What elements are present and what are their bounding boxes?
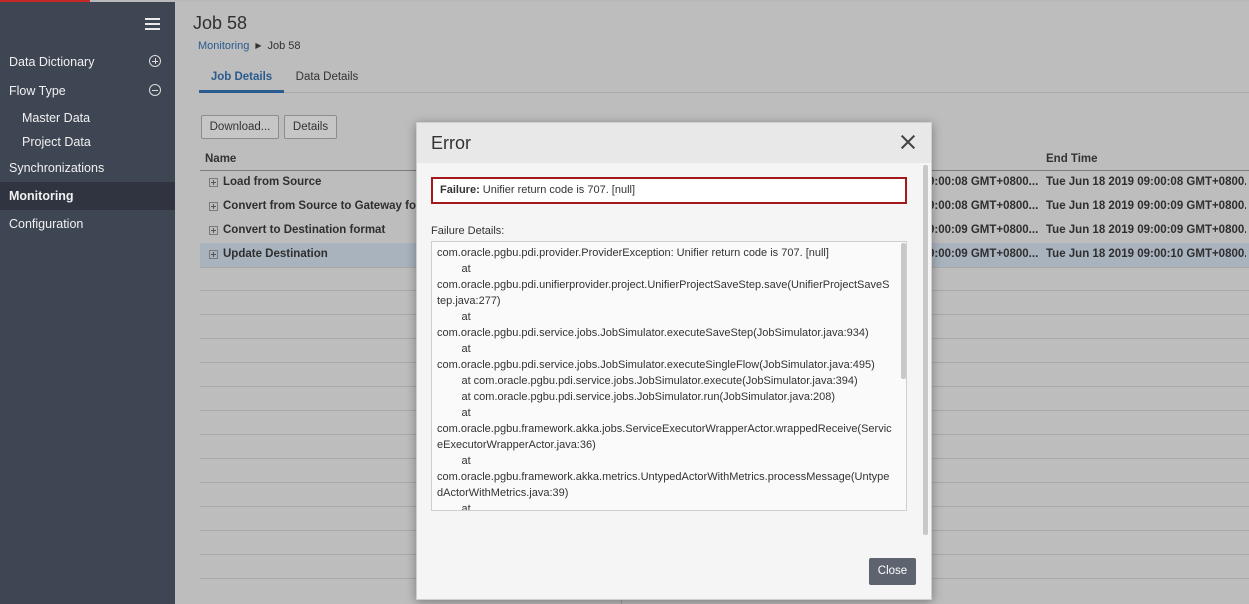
stack-trace-text: com.oracle.pgbu.pdi.provider.ProviderExc…: [437, 247, 892, 510]
tab-data-details[interactable]: Data Details: [292, 64, 362, 90]
sidebar-item-label: Master Data: [22, 111, 91, 125]
sidebar-item-label: Project Data: [22, 135, 91, 149]
expand-plus-icon[interactable]: [209, 226, 218, 235]
sidebar-item-flow-type[interactable]: Flow Type: [0, 78, 175, 104]
sidebar-item-monitoring[interactable]: Monitoring: [0, 182, 175, 210]
column-header-end-time[interactable]: End Time: [1046, 153, 1098, 165]
sidebar-item-label: Synchronizations: [9, 161, 105, 175]
details-scrollbar[interactable]: [901, 243, 906, 379]
expand-plus-icon[interactable]: [209, 178, 218, 187]
expand-plus-icon[interactable]: [209, 202, 218, 211]
minus-circle-icon[interactable]: [149, 84, 161, 96]
sidebar-item-synchronizations[interactable]: Synchronizations: [0, 155, 175, 181]
failure-details-label: Failure Details:: [431, 225, 505, 237]
breadcrumb-current: Job 58: [267, 40, 301, 52]
row-start-time: 9:00:09 GMT+0800...: [928, 248, 1038, 260]
sidebar-item-project-data[interactable]: Project Data: [0, 129, 175, 155]
tab-bar: Job Details Data Details: [199, 64, 1249, 93]
sidebar-item-label: Flow Type: [9, 84, 66, 98]
row-end-time: Tue Jun 18 2019 09:00:10 GMT+0800...: [1046, 248, 1246, 260]
failure-message: Unifier return code is 707. [null]: [482, 184, 636, 196]
sidebar-item-data-dictionary[interactable]: Data Dictionary: [0, 49, 175, 75]
row-name: Load from Source: [223, 176, 322, 188]
download-button[interactable]: Download...: [201, 115, 279, 139]
plus-circle-icon[interactable]: [149, 55, 161, 67]
sidebar-item-label: Data Dictionary: [9, 55, 95, 69]
row-start-time: 9:00:09 GMT+0800...: [928, 224, 1038, 236]
dialog-title: Error: [431, 133, 471, 153]
breadcrumb-separator-icon: ▶: [255, 41, 262, 50]
tab-job-details[interactable]: Job Details: [199, 64, 284, 93]
row-name: Convert from Source to Gateway form: [223, 200, 418, 212]
page-title: Job 58: [193, 13, 248, 33]
row-start-time: 9:00:08 GMT+0800...: [928, 176, 1038, 188]
sidebar-item-label: Monitoring: [9, 189, 74, 203]
row-end-time: Tue Jun 18 2019 09:00:09 GMT+0800...: [1046, 224, 1246, 236]
row-end-time: Tue Jun 18 2019 09:00:08 GMT+0800...: [1046, 176, 1246, 188]
row-name: Update Destination: [223, 248, 328, 260]
details-button[interactable]: Details: [284, 115, 337, 139]
row-start-time: 9:00:08 GMT+0800...: [928, 200, 1038, 212]
dialog-scrollbar[interactable]: [923, 165, 928, 535]
row-end-time: Tue Jun 18 2019 09:00:09 GMT+0800...: [1046, 200, 1246, 212]
sidebar: Data Dictionary Flow Type Master Data Pr…: [0, 2, 175, 604]
breadcrumb: Monitoring ▶ Job 58: [198, 40, 301, 52]
breadcrumb-link-monitoring[interactable]: Monitoring: [198, 40, 249, 52]
hamburger-menu-icon[interactable]: [145, 18, 160, 31]
sidebar-item-configuration[interactable]: Configuration: [0, 211, 175, 237]
failure-details-box[interactable]: com.oracle.pgbu.pdi.provider.ProviderExc…: [431, 241, 907, 511]
error-dialog: Error Failure: Unifier return code is 70…: [416, 122, 932, 600]
sidebar-item-master-data[interactable]: Master Data: [0, 105, 175, 131]
failure-message-box: Failure: Unifier return code is 707. [nu…: [431, 177, 907, 204]
dialog-header: Error: [417, 123, 931, 163]
close-icon[interactable]: [899, 133, 917, 151]
sidebar-item-label: Configuration: [9, 217, 84, 231]
expand-plus-icon[interactable]: [209, 250, 218, 259]
close-button[interactable]: Close: [869, 558, 916, 585]
failure-prefix: Failure:: [440, 184, 480, 196]
row-name: Convert to Destination format: [223, 224, 386, 236]
column-header-name[interactable]: Name: [205, 153, 236, 165]
